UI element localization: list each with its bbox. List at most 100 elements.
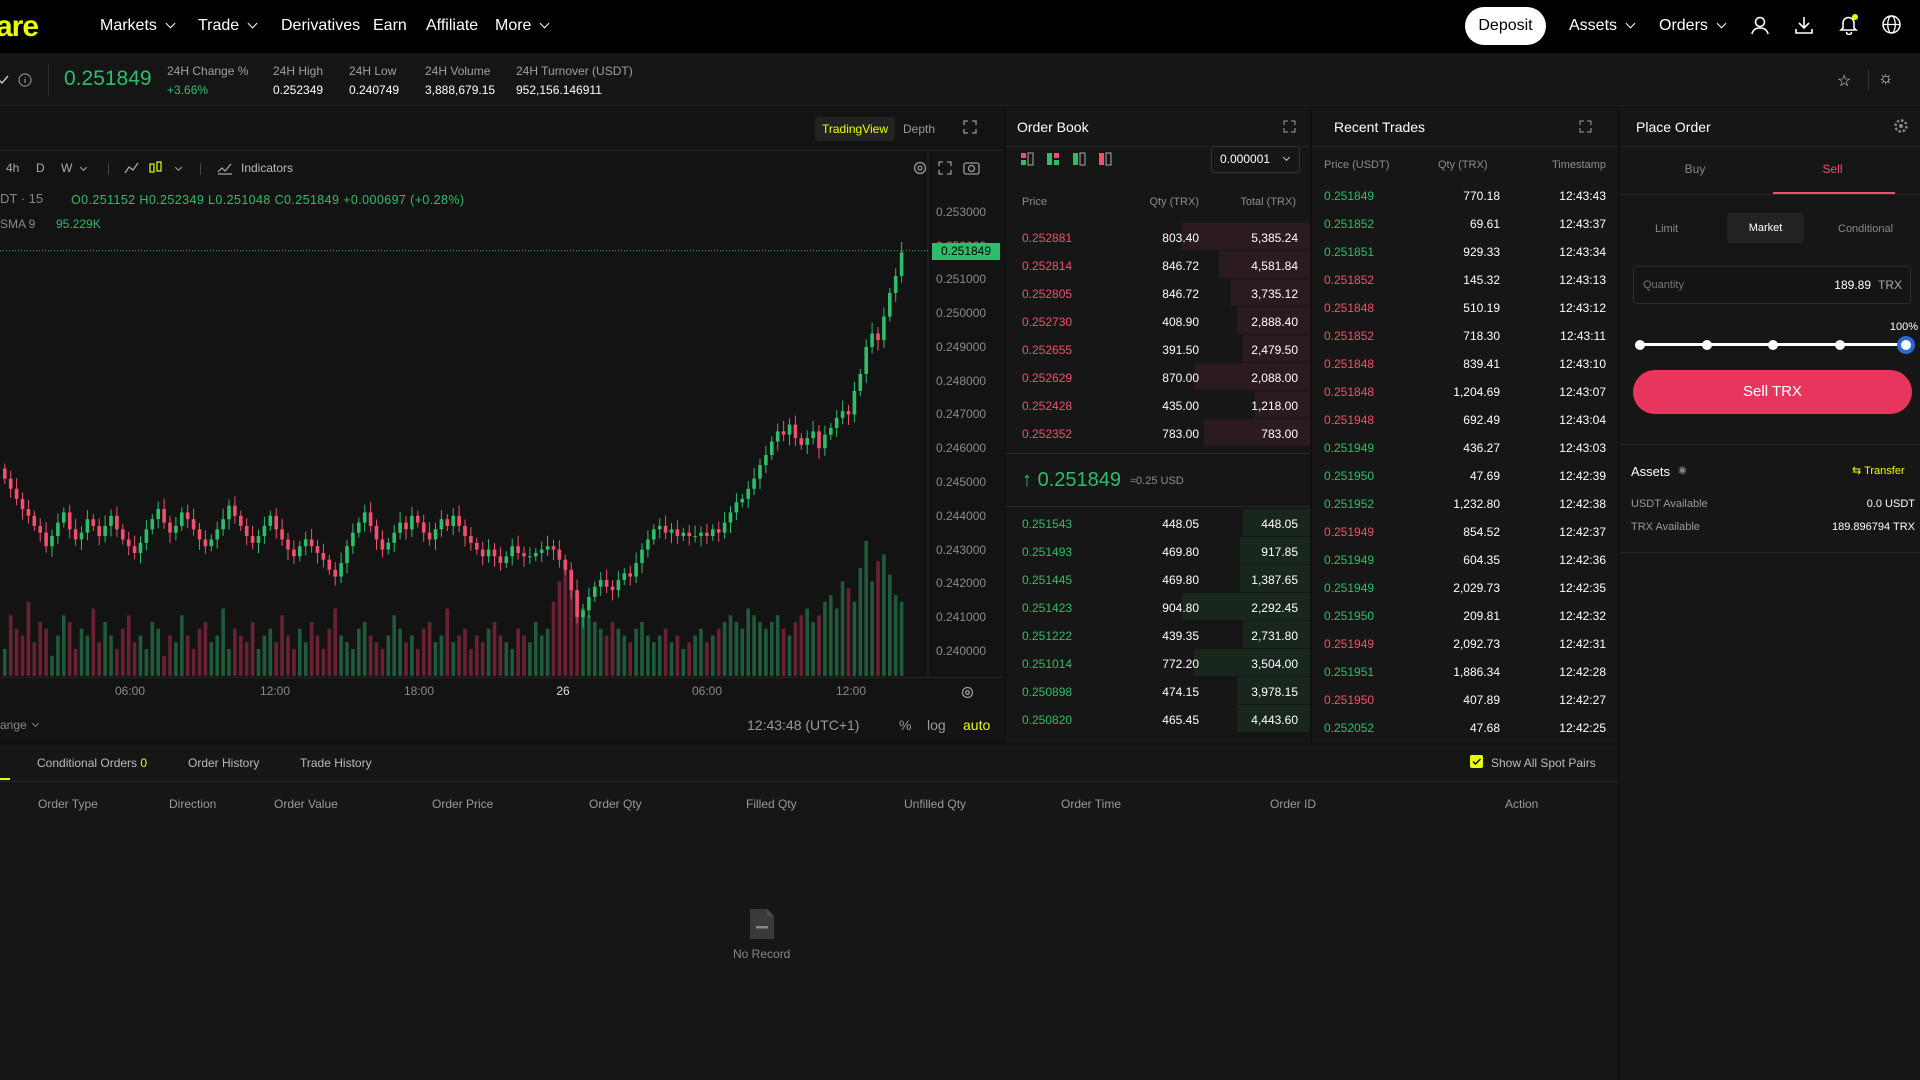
ask-row[interactable]: 0.252428 435.00 1,218.00 xyxy=(1006,391,1310,419)
ask-qty: 846.72 xyxy=(1162,287,1199,301)
nav-affiliate[interactable]: Affiliate xyxy=(426,17,478,35)
download-icon[interactable] xyxy=(1794,15,1814,35)
expand-icon[interactable] xyxy=(1579,120,1592,133)
nav-more[interactable]: More xyxy=(495,17,550,35)
tab-trade-history[interactable]: Trade History xyxy=(300,756,372,770)
candle-body xyxy=(846,411,851,415)
candle-body xyxy=(56,522,60,537)
scale-auto[interactable]: auto xyxy=(963,717,990,733)
range-selector[interactable]: ange xyxy=(0,718,39,732)
candle-body xyxy=(115,515,119,530)
book-sell-only-icon[interactable] xyxy=(1098,152,1112,166)
nav-orders-label: Orders xyxy=(1659,17,1708,34)
ask-total: 2,088.00 xyxy=(1251,371,1298,385)
quantity-slider[interactable] xyxy=(1635,335,1915,355)
col-qty-trx: Qty (TRX) xyxy=(1438,159,1488,171)
bid-row[interactable]: 0.250820 465.45 4,443.60 xyxy=(1006,705,1310,733)
volume-bar xyxy=(321,649,326,676)
nav-markets[interactable]: Markets xyxy=(100,17,176,35)
quantity-input[interactable]: Quantity 189.89 TRX xyxy=(1633,266,1911,304)
tab-conditional-orders[interactable]: Conditional Orders 0 xyxy=(37,756,147,770)
globe-icon[interactable] xyxy=(1881,14,1902,35)
user-icon[interactable] xyxy=(1750,15,1770,35)
book-buy-only-icon[interactable] xyxy=(1072,152,1086,166)
candle-body xyxy=(362,512,367,523)
candle-body xyxy=(534,552,538,557)
candle-body xyxy=(711,529,715,537)
candle-body xyxy=(840,411,845,418)
candle-body xyxy=(38,525,42,533)
ask-row[interactable]: 0.252805 846.72 3,735.12 xyxy=(1006,279,1310,307)
nav-orders[interactable]: Orders xyxy=(1659,17,1727,35)
trade-qty: 407.89 xyxy=(1463,693,1500,707)
bid-row[interactable]: 0.251445 469.80 1,387.65 xyxy=(1006,565,1310,593)
ask-row[interactable]: 0.252881 803.40 5,385.24 xyxy=(1006,223,1310,251)
tab-sell[interactable]: Sell xyxy=(1770,162,1895,176)
trade-time: 12:42:35 xyxy=(1559,581,1606,595)
transfer-link[interactable]: ⇆ Transfer xyxy=(1852,464,1905,477)
volume-bar xyxy=(416,649,420,676)
ask-row[interactable]: 0.252352 783.00 783.00 xyxy=(1006,419,1310,447)
theme-sun-icon[interactable]: ☼ xyxy=(1878,68,1894,88)
bid-row[interactable]: 0.251014 772.20 3,504.00 xyxy=(1006,649,1310,677)
slider-step[interactable] xyxy=(1834,340,1845,350)
eye-icon[interactable]: ◉ xyxy=(1678,465,1687,476)
type-limit[interactable]: Limit xyxy=(1655,223,1678,235)
bid-qty: 465.45 xyxy=(1162,713,1199,727)
show-all-checkbox[interactable] xyxy=(1470,755,1483,768)
nav-assets[interactable]: Assets xyxy=(1569,17,1636,35)
trade-qty: 604.35 xyxy=(1463,553,1500,567)
scale-log[interactable]: log xyxy=(927,717,946,733)
candle-body xyxy=(593,586,597,597)
precision-select[interactable]: 0.000001 xyxy=(1211,146,1300,173)
tab-buy[interactable]: Buy xyxy=(1620,162,1770,176)
gear-icon[interactable] xyxy=(1893,118,1909,134)
ask-price: 0.252814 xyxy=(1022,259,1073,273)
star-icon[interactable]: ☆ xyxy=(1837,71,1851,91)
bid-row[interactable]: 0.251222 439.35 2,731.80 xyxy=(1006,621,1310,649)
bell-icon[interactable] xyxy=(1838,13,1860,35)
gear-icon[interactable] xyxy=(960,685,975,700)
trade-row: 0.251950 407.89 12:42:27 xyxy=(1312,685,1618,713)
nav-earn[interactable]: Earn xyxy=(373,17,407,35)
volume-bar xyxy=(758,622,762,676)
slider-step[interactable] xyxy=(1768,340,1778,350)
bid-row[interactable]: 0.251423 904.80 2,292.45 xyxy=(1006,593,1310,621)
nav-trade[interactable]: Trade xyxy=(198,17,258,35)
ask-row[interactable]: 0.252814 846.72 4,581.84 xyxy=(1006,251,1310,279)
ask-row[interactable]: 0.252730 408.90 2,888.40 xyxy=(1006,307,1310,335)
ask-row[interactable]: 0.252655 391.50 2,479.50 xyxy=(1006,335,1310,363)
nav-derivatives[interactable]: Derivatives xyxy=(281,17,360,35)
slider-step[interactable] xyxy=(1701,340,1712,350)
tab-order-history[interactable]: Order History xyxy=(188,756,259,770)
expand-icon[interactable] xyxy=(1283,120,1296,133)
slider-handle[interactable] xyxy=(1897,336,1915,354)
price-chart[interactable] xyxy=(0,107,1004,743)
bid-row[interactable]: 0.251493 469.80 917.85 xyxy=(1006,537,1310,565)
ask-row[interactable]: 0.252629 870.00 2,088.00 xyxy=(1006,363,1310,391)
y-tick-label: 0.241000 xyxy=(936,610,987,625)
ask-price: 0.252428 xyxy=(1022,399,1073,413)
deposit-button[interactable]: Deposit xyxy=(1465,7,1546,45)
volume-bar xyxy=(227,649,231,676)
bid-row[interactable]: 0.250898 474.15 3,978.15 xyxy=(1006,677,1310,705)
volume-bar xyxy=(634,628,638,676)
sell-trx-button[interactable]: Sell TRX xyxy=(1633,370,1912,414)
book-both-icon[interactable] xyxy=(1020,152,1034,166)
ask-price: 0.252805 xyxy=(1022,287,1073,301)
candle-body xyxy=(823,434,827,449)
trades-title: Recent Trades xyxy=(1334,119,1426,135)
type-market[interactable]: Market xyxy=(1727,213,1804,243)
slider-step[interactable] xyxy=(1635,340,1645,350)
x-tick-label: 06:00 xyxy=(114,684,146,698)
candle-body xyxy=(274,515,278,530)
candle-body xyxy=(817,431,821,449)
candle-body xyxy=(126,539,131,547)
scale-percent[interactable]: % xyxy=(899,717,911,733)
info-icon[interactable] xyxy=(18,73,32,87)
bid-row[interactable]: 0.251543 448.05 448.05 xyxy=(1006,509,1310,537)
volume-bar xyxy=(475,635,479,676)
type-conditional[interactable]: Conditional xyxy=(1838,223,1893,235)
book-bids-icon[interactable] xyxy=(1046,152,1060,166)
brand-logo[interactable]: are xyxy=(0,10,39,44)
